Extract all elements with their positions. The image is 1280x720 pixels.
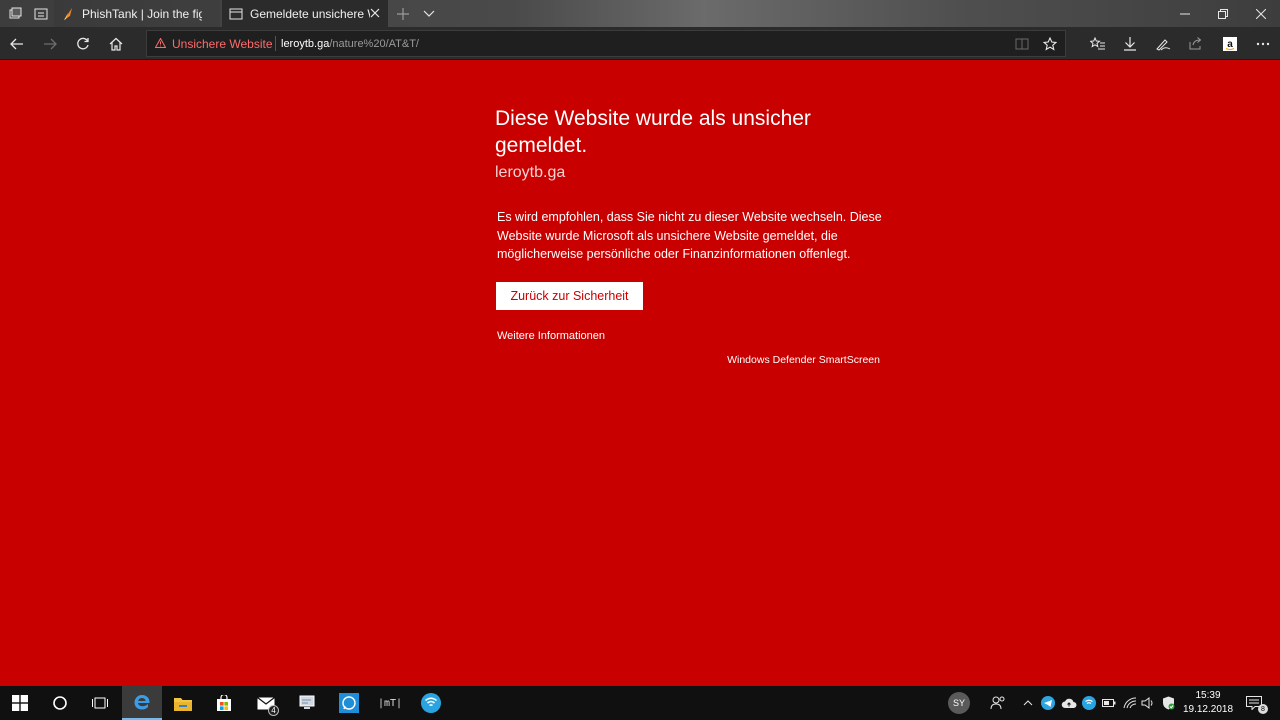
tab-phishtank[interactable]: PhishTank | Join the fight ag xyxy=(54,0,220,27)
amazon-extension-icon[interactable]: a xyxy=(1213,27,1246,60)
smartscreen-warning-page: Diese Website wurde als unsicher gemelde… xyxy=(0,61,1280,686)
navigation-bar: Unsichere Website leroytb.ga /nature%20/… xyxy=(0,27,1280,60)
pen-notes-icon[interactable] xyxy=(1146,27,1179,60)
search-cortana-icon[interactable] xyxy=(40,686,80,720)
address-separator xyxy=(275,36,276,51)
more-options-icon[interactable] xyxy=(1246,27,1279,60)
cloud-upload-icon[interactable] xyxy=(1060,686,1078,720)
vpn-shield-icon[interactable] xyxy=(411,686,451,720)
chevron-up-icon[interactable] xyxy=(1020,686,1036,720)
edge-browser-icon[interactable] xyxy=(122,686,162,720)
tab-title: Gemeldete unsichere W xyxy=(250,6,370,21)
mail-icon[interactable]: 4 xyxy=(246,686,286,720)
url-text[interactable]: leroytb.ga /nature%20/AT&T/ xyxy=(281,31,419,56)
people-icon[interactable] xyxy=(986,686,1010,720)
reported-domain: leroytb.ga xyxy=(495,164,566,181)
more-information-link[interactable]: Weitere Informationen xyxy=(497,330,605,342)
clock-date: 19.12.2018 xyxy=(1182,704,1234,715)
tab-title: PhishTank | Join the fight ag xyxy=(82,6,202,21)
user-avatar[interactable]: SY xyxy=(946,686,972,720)
back-arrow-icon[interactable] xyxy=(0,27,33,60)
tab-preview-icon[interactable] xyxy=(28,0,54,27)
home-icon[interactable] xyxy=(99,27,132,60)
new-tab-icon[interactable] xyxy=(390,0,416,27)
page-icon xyxy=(228,6,244,22)
unsafe-website-indicator[interactable]: Unsichere Website xyxy=(154,31,273,56)
restore-icon[interactable] xyxy=(1204,0,1242,27)
system-clock[interactable]: 15:39 19.12.2018 xyxy=(1180,686,1236,720)
warning-description: Es wird empfohlen, dass Sie nicht zu die… xyxy=(497,210,882,261)
notification-count-badge: 8 xyxy=(1258,704,1268,714)
task-view-icon[interactable] xyxy=(80,686,120,720)
chevron-down-icon[interactable] xyxy=(416,0,442,27)
url-path: /nature%20/AT&T/ xyxy=(329,37,419,50)
action-center-icon[interactable]: 8 xyxy=(1242,686,1268,720)
close-window-icon[interactable] xyxy=(1242,0,1280,27)
favorite-star-icon[interactable] xyxy=(1037,31,1063,56)
mail-count-badge: 4 xyxy=(268,705,279,716)
clock-time: 15:39 xyxy=(1195,690,1221,701)
warning-label: Unsichere Website xyxy=(172,36,273,51)
remote-desktop-icon[interactable] xyxy=(287,686,327,720)
file-explorer-icon[interactable] xyxy=(163,686,203,720)
taskbar: 4 |mT| SY 15:39 19.12.2018 8 xyxy=(0,686,1280,720)
address-bar[interactable]: Unsichere Website leroytb.ga /nature%20/… xyxy=(146,30,1066,57)
minimize-icon[interactable] xyxy=(1166,0,1204,27)
tab-unsafe-site[interactable]: Gemeldete unsichere W xyxy=(222,0,388,27)
mt-app-icon[interactable]: |mT| xyxy=(370,686,410,720)
vpn-tray-icon[interactable] xyxy=(1081,686,1097,720)
microsoft-store-icon[interactable] xyxy=(204,686,244,720)
defender-shield-icon[interactable] xyxy=(1160,686,1176,720)
mt-app-label: |mT| xyxy=(377,697,403,709)
telegram-icon[interactable] xyxy=(1040,686,1056,720)
share-icon[interactable] xyxy=(1179,27,1212,60)
tab-bar: PhishTank | Join the fight ag Gemeldete … xyxy=(0,0,1280,27)
svg-text:a: a xyxy=(1227,39,1233,50)
favorites-list-icon[interactable] xyxy=(1081,27,1114,60)
smartscreen-label: Windows Defender SmartScreen xyxy=(727,354,880,366)
page-title: Diese Website wurde als unsicher gemelde… xyxy=(495,107,811,157)
battery-icon[interactable] xyxy=(1100,686,1118,720)
whatsapp-icon[interactable] xyxy=(329,686,369,720)
wifi-icon[interactable] xyxy=(1121,686,1139,720)
refresh-icon[interactable] xyxy=(66,27,99,60)
url-host: leroytb.ga xyxy=(281,37,330,50)
download-icon[interactable] xyxy=(1113,27,1146,60)
tabs-aside-icon[interactable] xyxy=(2,0,28,27)
close-tab-icon[interactable] xyxy=(368,6,382,20)
start-windows-icon[interactable] xyxy=(0,686,40,720)
reading-view-icon[interactable] xyxy=(1009,31,1035,56)
avatar-initials: SY xyxy=(948,692,970,714)
back-to-safety-button[interactable]: Zurück zur Sicherheit xyxy=(496,282,643,310)
warning-icon xyxy=(154,36,167,51)
volume-icon[interactable] xyxy=(1140,686,1156,720)
forward-arrow-icon[interactable] xyxy=(33,27,66,60)
phishtank-icon xyxy=(60,6,76,22)
